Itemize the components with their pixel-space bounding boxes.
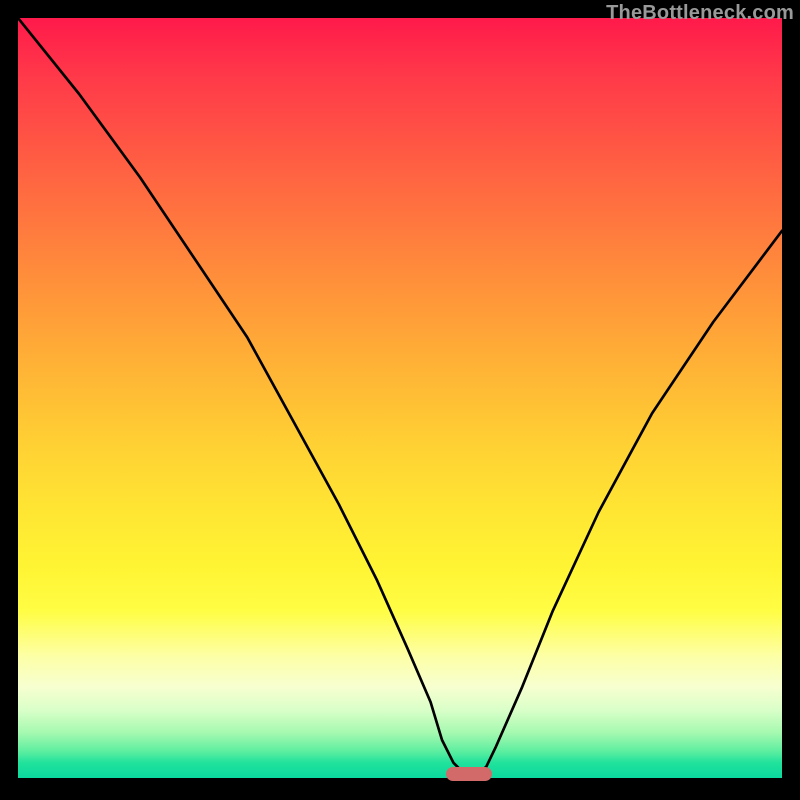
bottleneck-curve [18, 18, 782, 778]
optimal-range-marker [446, 767, 492, 781]
watermark-text: TheBottleneck.com [606, 2, 794, 25]
plot-area [18, 18, 782, 778]
chart-frame: TheBottleneck.com [0, 0, 800, 800]
